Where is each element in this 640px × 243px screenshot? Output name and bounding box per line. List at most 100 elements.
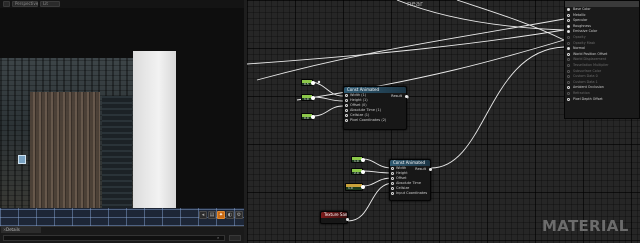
details-panel: Details × ⌕: [0, 226, 244, 243]
input-pin[interactable]: [567, 8, 570, 11]
wire-top-const-3: [312, 105, 344, 117]
scene-white-wall: [133, 51, 176, 223]
scene-small-cube: [18, 155, 26, 164]
input-pin[interactable]: [567, 30, 570, 34]
details-tab[interactable]: Details: [1, 227, 41, 233]
input-pin[interactable]: [391, 177, 394, 180]
input-pin[interactable]: [345, 99, 348, 102]
input-pin[interactable]: [391, 187, 394, 190]
pin-label: Absolute Time (1): [350, 108, 382, 112]
viewport-toolbar: Perspective Lit: [0, 0, 244, 8]
input-pin[interactable]: [567, 13, 570, 17]
constant-node[interactable]: 2.0: [351, 168, 365, 175]
pin-label: Opacity: [573, 34, 586, 39]
input-pin[interactable]: [391, 172, 394, 175]
input-pin[interactable]: [567, 91, 570, 95]
pin-label: Width (1): [350, 93, 367, 97]
result-pin-list: Base Color Metallic Specular Roughness Emiss…: [565, 7, 639, 102]
input-pin[interactable]: [345, 119, 348, 122]
input-pin[interactable]: [567, 75, 570, 79]
pin-label: Specular: [573, 18, 588, 23]
input-pin[interactable]: [567, 52, 570, 56]
input-pin[interactable]: [567, 86, 570, 90]
wire-bg-5: [456, 0, 565, 41]
input-pin[interactable]: [345, 94, 348, 97]
input-pin-row[interactable]: Pixel Coordinates (2): [344, 118, 406, 123]
output-pin[interactable]: [311, 96, 315, 100]
lit-mode-button[interactable]: Lit: [40, 1, 60, 7]
constant-node[interactable]: 1.0: [301, 94, 315, 101]
input-pin[interactable]: [567, 35, 570, 39]
lighting-icon[interactable]: ◐: [226, 211, 234, 219]
constant-node[interactable]: 1.0: [351, 156, 365, 163]
constant-node[interactable]: 0.0: [301, 113, 315, 120]
input-pin[interactable]: [567, 19, 570, 23]
pin-label: Cellsize: [396, 186, 410, 190]
details-search-input[interactable]: [3, 235, 225, 241]
output-pin[interactable]: [361, 158, 365, 162]
settings-icon[interactable]: ⚙: [235, 211, 243, 219]
input-pin[interactable]: [567, 41, 570, 45]
pin-label: Custom Data 1: [573, 79, 598, 84]
input-pin[interactable]: [567, 69, 570, 73]
realtime-toggle-icon[interactable]: ✦: [217, 211, 225, 219]
wire-normal: [430, 46, 565, 169]
wire-mid-const-3: [362, 177, 393, 187]
const-animated-node-top[interactable]: Const Animated Width (1) Height (1) Offset…: [343, 86, 408, 130]
input-pin-row[interactable]: Input Coordinates: [390, 191, 430, 196]
input-pin-row[interactable]: Pixel Depth Offset: [565, 97, 639, 103]
input-pin[interactable]: [567, 47, 570, 51]
details-tab-label: Details: [6, 227, 20, 232]
constant-node[interactable]: 1.0: [345, 183, 365, 191]
output-pin[interactable]: [361, 185, 365, 189]
pin-label: Cellsize (1): [350, 113, 370, 117]
level-viewport[interactable]: Perspective Lit ◂ ▤ ✦ ◐ ⚙: [0, 0, 244, 226]
input-pin[interactable]: [567, 80, 570, 84]
pin-label: Height: [396, 171, 408, 175]
output-pin[interactable]: [405, 95, 408, 98]
const-animated-node-mid[interactable]: Const Animated Width Height Offset Absolute…: [389, 159, 432, 201]
constant-node[interactable]: 0.5: [301, 79, 315, 86]
texture-param-node[interactable]: Texture Sample Param: [320, 211, 349, 224]
input-pin[interactable]: [391, 182, 394, 185]
input-pin[interactable]: [567, 58, 570, 62]
pin-label: Input Coordinates: [396, 191, 428, 195]
pin-label: Height (1): [350, 98, 368, 102]
wire-bg-3: [296, 39, 565, 101]
material-result-node[interactable]: Base Color Metallic Specular Roughness Emiss…: [564, 0, 640, 119]
pin-label: World Position Offset: [573, 51, 608, 56]
constant-value: 1.0: [348, 186, 353, 190]
pin-label: Roughness: [573, 23, 591, 28]
close-icon[interactable]: ×: [3, 228, 6, 232]
visibility-toggle-button[interactable]: [229, 235, 241, 241]
wire-top-const-2: [312, 96, 344, 102]
grid-snap-icon[interactable]: ▤: [208, 211, 216, 219]
pin-label: Offset (0): [350, 103, 367, 107]
search-icon: ⌕: [217, 235, 220, 240]
input-pin[interactable]: [567, 63, 570, 67]
pin-label: Subsurface Color: [573, 68, 602, 73]
output-pin[interactable]: [311, 81, 315, 85]
perspective-button[interactable]: Perspective: [12, 1, 38, 7]
snap-rotate-icon[interactable]: ◂: [199, 211, 207, 219]
pin-label: Offset: [396, 176, 407, 180]
input-pin[interactable]: [345, 114, 348, 117]
input-pin[interactable]: [391, 167, 394, 170]
scene-wood-planks: [30, 92, 100, 219]
input-pin[interactable]: [391, 192, 394, 195]
material-graph-canvas[interactable]: near Base Color Metallic Specular Roughness…: [247, 0, 640, 243]
output-pin[interactable]: [311, 115, 315, 119]
graph-watermark: MATERIAL: [542, 217, 629, 235]
input-pin[interactable]: [345, 104, 348, 107]
pin-label: Tessellation Multiplier: [573, 62, 609, 67]
output-pin[interactable]: [429, 168, 432, 171]
pin-label: World Displacement: [573, 57, 607, 62]
wire-top-const-1: [312, 81, 344, 97]
input-pin[interactable]: [567, 97, 570, 101]
viewport-options-button[interactable]: [3, 1, 10, 7]
input-pin[interactable]: [345, 109, 348, 112]
input-pin[interactable]: [567, 24, 570, 28]
graph-header-label: near: [407, 0, 423, 8]
output-pin[interactable]: [346, 218, 349, 221]
output-pin[interactable]: [361, 170, 365, 174]
